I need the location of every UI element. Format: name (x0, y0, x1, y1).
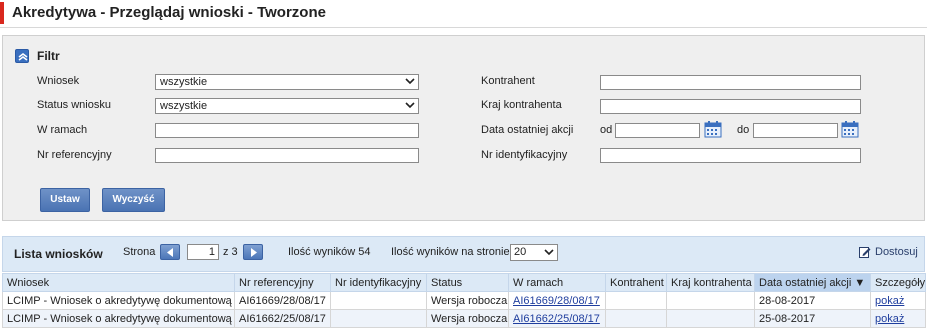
cell-nr-identyfikacyjny (330, 291, 427, 310)
per-page-value: 20 (514, 246, 527, 258)
page-header: Akredytywa - Przeglądaj wnioski - Tworzo… (0, 0, 927, 28)
title-accent (0, 2, 4, 24)
table-header-row: Wniosek Nr referencyjny Nr identyfikacyj… (2, 273, 926, 292)
next-page-button[interactable] (243, 244, 263, 260)
cell-w-ramach: AI61662/25/08/17 (508, 309, 606, 328)
cell-nr-referencyjny: AI61662/25/08/17 (234, 309, 331, 328)
data-od-label: od (600, 124, 613, 136)
kraj-input[interactable] (600, 99, 861, 114)
col-nr-referencyjny[interactable]: Nr referencyjny (234, 273, 331, 292)
cell-szczegoly: pokaż (870, 291, 926, 310)
customize-button[interactable]: Dostosuj (859, 246, 918, 258)
col-status[interactable]: Status (426, 273, 509, 292)
cell-status: Wersja robocza (426, 309, 509, 328)
filter-header: Filtr (15, 49, 60, 63)
calendar-icon[interactable] (704, 120, 722, 138)
cell-nr-identyfikacyjny (330, 309, 427, 328)
date-to-input[interactable] (753, 123, 838, 138)
details-link[interactable]: pokaż (875, 313, 904, 325)
chevron-down-icon (544, 249, 554, 256)
cell-nr-referencyjny: AI61669/28/08/17 (234, 291, 331, 310)
kontrahent-label: Kontrahent (481, 75, 535, 87)
page-total: z 3 (223, 246, 238, 258)
arrow-left-icon (167, 248, 173, 257)
data-label: Data ostatniej akcji (481, 124, 574, 136)
page-number-input[interactable]: 1 (187, 244, 219, 260)
col-nr-identyfikacyjny[interactable]: Nr identyfikacyjny (330, 273, 427, 292)
wniosek-select[interactable]: wszystkie (155, 74, 419, 90)
w-ramach-link[interactable]: AI61669/28/08/17 (513, 295, 600, 307)
collapse-up-icon[interactable] (15, 49, 29, 63)
cell-status: Wersja robocza (426, 291, 509, 310)
page-label: Strona (123, 246, 156, 258)
page-title: Akredytywa - Przeglądaj wnioski - Tworzo… (12, 4, 326, 21)
arrow-right-icon (251, 248, 257, 257)
w-ramach-link[interactable]: AI61662/25/08/17 (513, 313, 600, 325)
chevron-down-icon (405, 102, 415, 109)
filter-title: Filtr (37, 49, 60, 63)
results-toolbar: Lista wniosków Strona 1 z 3 Ilość wynikó… (2, 236, 925, 272)
per-page-label: Ilość wyników na stronie (391, 246, 510, 258)
set-button[interactable]: Ustaw (40, 188, 90, 212)
status-select-value: wszystkie (160, 100, 208, 112)
w-ramach-input[interactable] (155, 123, 419, 138)
cell-szczegoly: pokaż (870, 309, 926, 328)
wniosek-select-value: wszystkie (160, 76, 208, 88)
data-do-label: do (737, 124, 750, 136)
col-w-ramach[interactable]: W ramach (508, 273, 606, 292)
cell-wniosek: LCIMP - Wniosek o akredytywę dokumentową (2, 309, 235, 328)
col-kontrahent[interactable]: Kontrahent (605, 273, 667, 292)
calendar-icon[interactable] (841, 120, 859, 138)
nr-id-input[interactable] (600, 148, 861, 163)
col-data-ostatniej-akcji[interactable]: Data ostatniej akcji ▼ (754, 273, 871, 292)
kontrahent-input[interactable] (600, 75, 861, 90)
status-label: Status wniosku (37, 99, 111, 111)
cell-kraj-kontrahenta (666, 291, 755, 310)
cell-kontrahent (605, 309, 667, 328)
clear-button[interactable]: Wyczyść (102, 188, 165, 212)
cell-kontrahent (605, 291, 667, 310)
kraj-label: Kraj kontrahenta (481, 99, 562, 111)
cell-wniosek: LCIMP - Wniosek o akredytywę dokumentową (2, 291, 235, 310)
col-wniosek[interactable]: Wniosek (2, 273, 235, 292)
table-row: LCIMP - Wniosek o akredytywę dokumentową… (2, 291, 926, 310)
results-count: Ilość wyników 54 (288, 246, 371, 258)
wniosek-label: Wniosek (37, 75, 80, 87)
chevron-down-icon (405, 78, 415, 85)
status-select[interactable]: wszystkie (155, 98, 419, 114)
w-ramach-label: W ramach (37, 124, 88, 136)
cell-data: 25-08-2017 (754, 309, 871, 328)
edit-icon (859, 247, 871, 258)
results-table: Wniosek Nr referencyjny Nr identyfikacyj… (2, 273, 926, 328)
nr-ref-label: Nr referencyjny (37, 149, 112, 161)
nr-ref-input[interactable] (155, 148, 419, 163)
date-from-input[interactable] (615, 123, 700, 138)
cell-w-ramach: AI61669/28/08/17 (508, 291, 606, 310)
customize-label: Dostosuj (875, 246, 918, 258)
col-szczegoly: Szczegóły (870, 273, 926, 292)
filter-panel: Filtr Wniosek wszystkie Status wniosku w… (2, 35, 925, 221)
nr-id-label: Nr identyfikacyjny (481, 149, 568, 161)
results-title: Lista wniosków (14, 247, 103, 261)
cell-kraj-kontrahenta (666, 309, 755, 328)
prev-page-button[interactable] (160, 244, 180, 260)
cell-data: 28-08-2017 (754, 291, 871, 310)
col-kraj-kontrahenta[interactable]: Kraj kontrahenta (666, 273, 755, 292)
per-page-select[interactable]: 20 (510, 244, 558, 261)
table-row: LCIMP - Wniosek o akredytywę dokumentową… (2, 309, 926, 328)
details-link[interactable]: pokaż (875, 295, 904, 307)
